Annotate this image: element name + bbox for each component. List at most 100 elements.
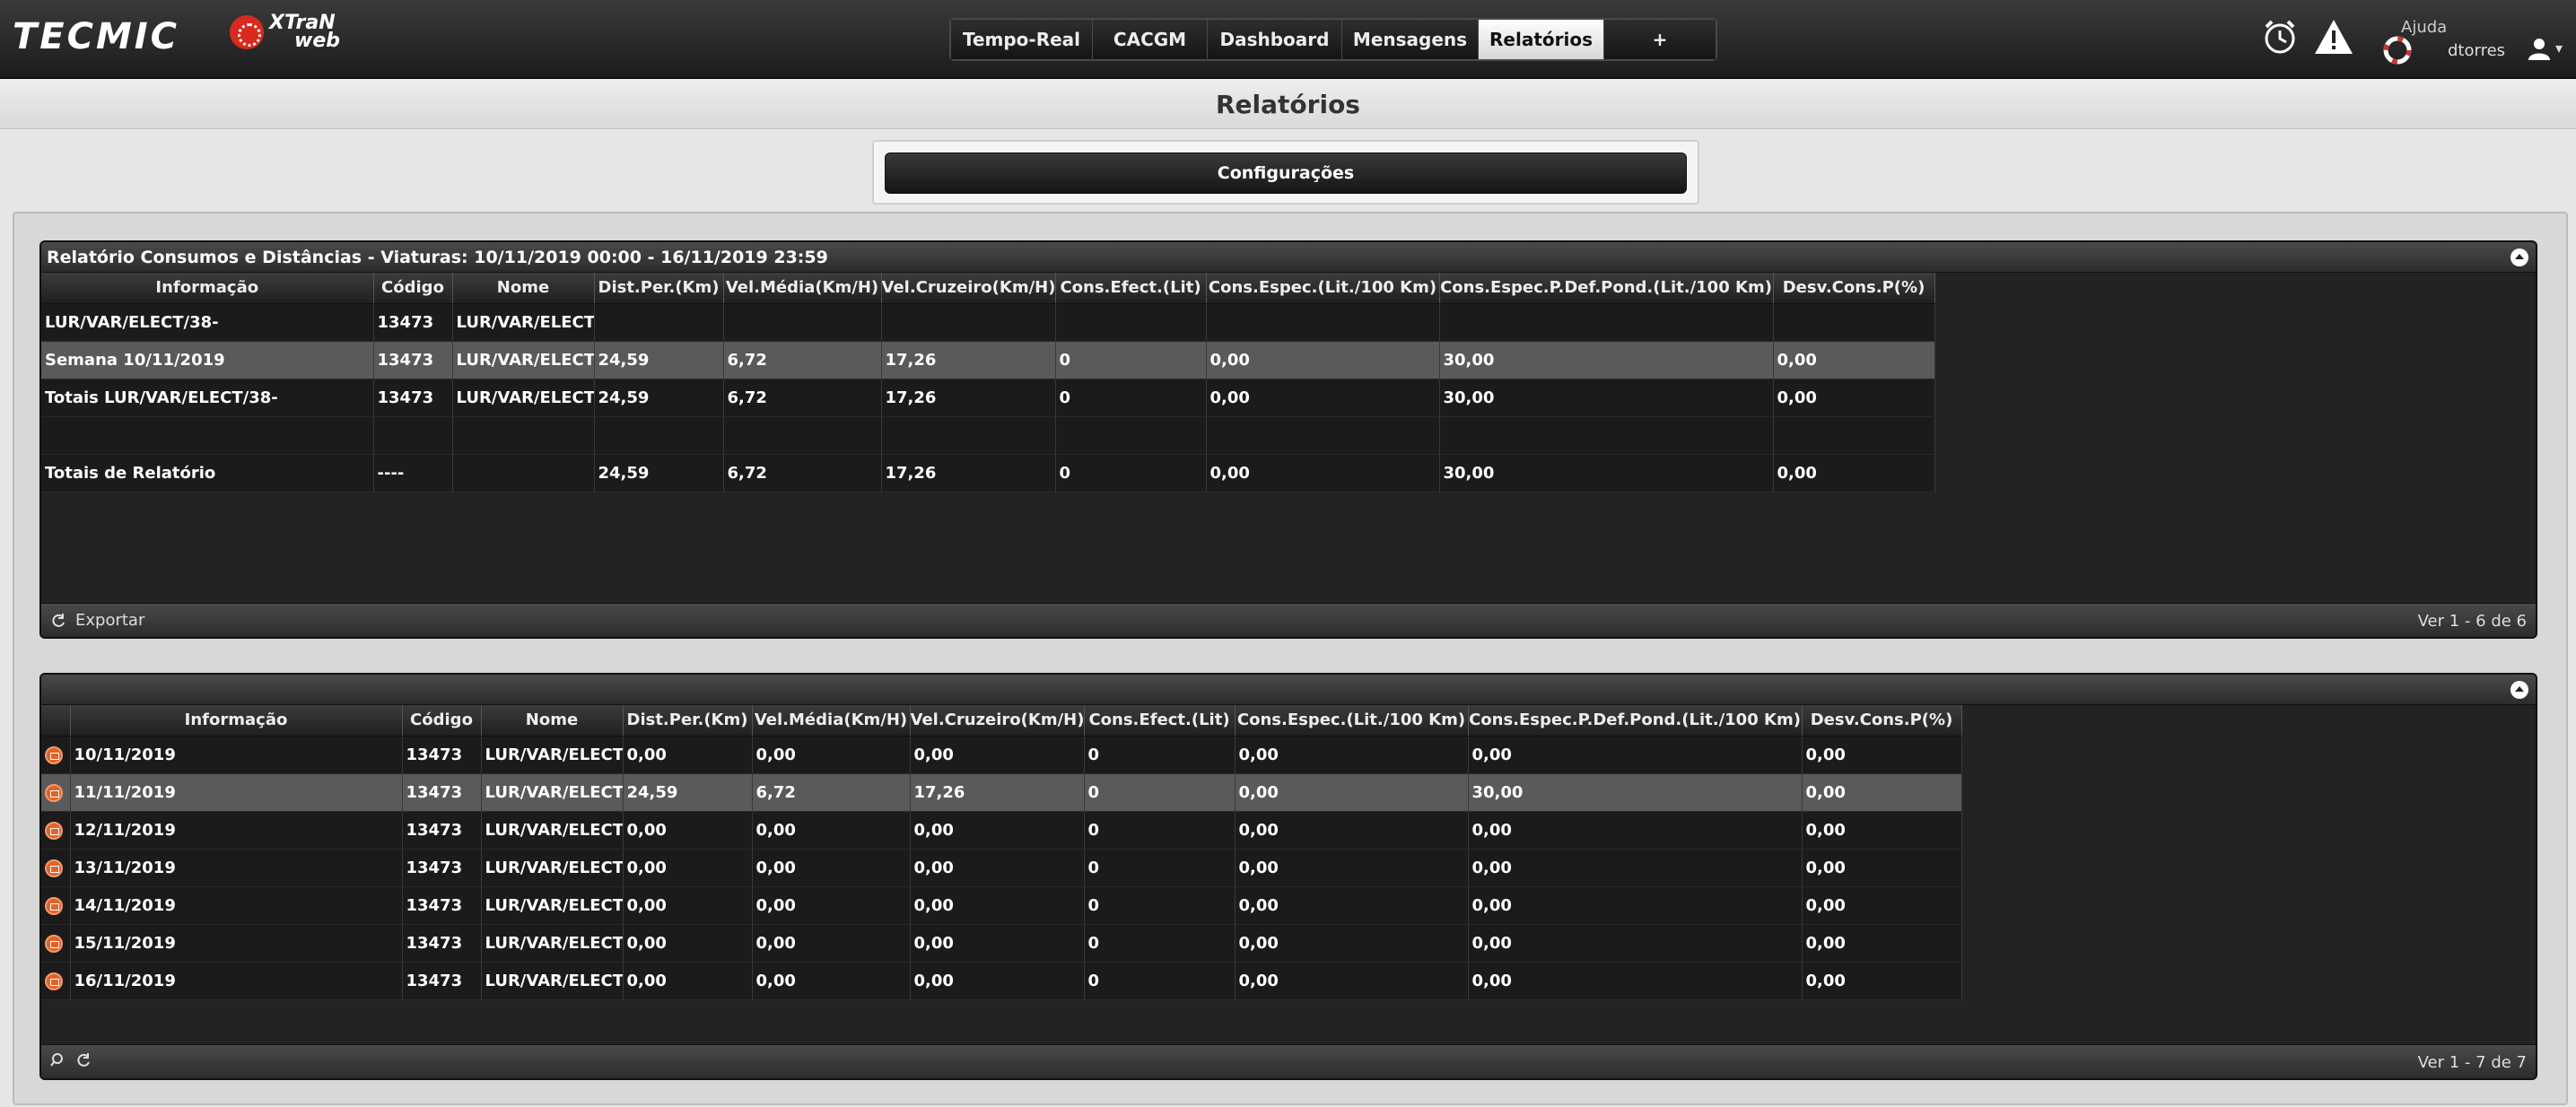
tab-mensagens[interactable]: Mensagens — [1342, 20, 1479, 59]
table-cell — [723, 416, 882, 455]
tab-cacgm[interactable]: CACGM — [1093, 20, 1208, 59]
table-cell — [452, 416, 595, 455]
collapse-icon[interactable] — [2511, 681, 2528, 699]
alarm-clock-icon[interactable] — [2259, 16, 2301, 57]
export-link[interactable]: Exportar — [75, 611, 144, 630]
table-cell: 0,00 — [1206, 379, 1440, 417]
table-cell — [373, 416, 453, 455]
column-header[interactable]: Código — [402, 705, 482, 737]
table-cell: 0,00 — [1235, 886, 1469, 925]
column-header[interactable]: Cons.Efect.(Lit) — [1084, 705, 1236, 737]
column-header[interactable] — [41, 705, 71, 737]
table-cell: 15/11/2019 — [70, 924, 403, 963]
table-cell: 0,00 — [910, 811, 1085, 850]
table-cell: LUR/VAR/ELECT/ — [452, 341, 595, 379]
table-row[interactable]: Totais de Relatório ---- 24,59 6,72 17,26 0 0,… — [41, 454, 1935, 492]
column-header[interactable]: Informação — [70, 705, 403, 737]
table-row[interactable]: 14/11/2019 13473 LUR/VAR/ELECT/0,00 0,00 0,0… — [41, 886, 1962, 925]
table-cell: 13473 — [373, 303, 453, 342]
table-cell: 0,00 — [1235, 736, 1469, 774]
table-row[interactable]: Semana 10/11/2019 13473 LUR/VAR/ELECT/24,5… — [41, 341, 1935, 379]
table-cell: 17,26 — [910, 773, 1085, 812]
column-header[interactable]: Vel.Média(Km/H) — [723, 273, 882, 304]
table-row[interactable]: 13/11/2019 13473 LUR/VAR/ELECT/0,00 0,00 0,0… — [41, 849, 1962, 887]
table-cell: 10/11/2019 — [70, 736, 403, 774]
column-header[interactable]: Vel.Cruzeiro(Km/H) — [881, 273, 1056, 304]
table-cell: Totais de Relatório — [41, 454, 374, 492]
tecmic-logo: TECMIC — [13, 16, 180, 57]
column-header[interactable]: Cons.Espec.(Lit./100 Km) — [1206, 273, 1440, 304]
column-header[interactable]: Vel.Cruzeiro(Km/H) — [910, 705, 1085, 737]
table-cell: 0,00 — [1468, 962, 1803, 1000]
report-row-icon[interactable] — [45, 972, 63, 990]
report-row-icon[interactable] — [45, 934, 63, 953]
table-row[interactable]: 16/11/2019 13473 LUR/VAR/ELECT/0,00 0,00 0,0… — [41, 962, 1962, 1000]
report-summary-panel: Relatório Consumos e Distâncias - Viatur… — [39, 240, 2537, 639]
column-header[interactable]: Nome — [481, 705, 624, 737]
table-cell: 0,00 — [752, 849, 911, 887]
column-header[interactable]: Cons.Espec.P.Def.Pond.(Lit./100 Km) — [1439, 273, 1774, 304]
table-cell — [1055, 416, 1207, 455]
column-header[interactable]: Código — [373, 273, 453, 304]
tab-tempo-real[interactable]: Tempo-Real — [951, 20, 1093, 59]
table-cell: 0,00 — [1206, 341, 1440, 379]
table-cell: ---- — [373, 454, 453, 492]
report-row-icon[interactable] — [45, 783, 63, 802]
table-cell: 6,72 — [752, 773, 911, 812]
table-cell: 0 — [1084, 849, 1236, 887]
column-header[interactable]: Nome — [452, 273, 595, 304]
table-cell — [1055, 303, 1207, 342]
column-header[interactable]: Vel.Média(Km/H) — [752, 705, 911, 737]
table-cell: 24,59 — [594, 379, 724, 417]
report-row-icon[interactable] — [45, 859, 63, 877]
table-row[interactable]: 11/11/2019 13473 LUR/VAR/ELECT/24,59 6,72 17… — [41, 773, 1962, 812]
search-icon[interactable] — [50, 1052, 66, 1068]
table-cell: 0,00 — [1468, 924, 1803, 963]
table-cell — [594, 416, 724, 455]
configuracoes-button[interactable]: Configurações — [885, 153, 1687, 194]
column-header[interactable]: Dist.Per.(Km) — [594, 273, 724, 304]
row-icon-cell — [41, 773, 71, 812]
table-cell — [881, 416, 1056, 455]
user-icon[interactable] — [2527, 36, 2552, 61]
column-header[interactable]: Desv.Cons.P(%) — [1773, 273, 1935, 304]
table-cell: 30,00 — [1439, 454, 1774, 492]
warning-icon[interactable] — [2313, 16, 2354, 57]
chevron-down-icon[interactable]: ▾ — [2555, 39, 2563, 57]
table-row[interactable]: 10/11/2019 13473 LUR/VAR/ELECT/0,00 0,00 0,0… — [41, 736, 1962, 774]
refresh-icon[interactable] — [50, 613, 66, 629]
tab-dashboard[interactable]: Dashboard — [1208, 20, 1342, 59]
report-daily-header — [41, 675, 2536, 705]
table-row[interactable]: 15/11/2019 13473 LUR/VAR/ELECT/0,00 0,00 0,0… — [41, 924, 1962, 963]
column-header[interactable]: Cons.Espec.(Lit./100 Km) — [1235, 705, 1469, 737]
table-cell: LUR/VAR/ELECT/38- — [41, 303, 374, 342]
report-row-icon[interactable] — [45, 745, 63, 764]
report-row-icon[interactable] — [45, 896, 63, 915]
report-row-icon[interactable] — [45, 821, 63, 840]
table-cell: 0,00 — [752, 924, 911, 963]
column-header[interactable]: Cons.Espec.P.Def.Pond.(Lit./100 Km) — [1468, 705, 1803, 737]
refresh-icon[interactable] — [75, 1052, 92, 1068]
table-cell: 0,00 — [1802, 736, 1962, 774]
table-cell: 0,00 — [1802, 811, 1962, 850]
lifebuoy-icon[interactable] — [2383, 36, 2412, 65]
tab-add[interactable]: + — [1604, 20, 1716, 59]
column-header[interactable]: Desv.Cons.P(%) — [1802, 705, 1962, 737]
collapse-icon[interactable] — [2511, 248, 2528, 266]
tab-relatorios[interactable]: Relatórios — [1479, 20, 1604, 59]
xtran-badge-icon — [230, 15, 264, 49]
table-row[interactable]: Totais LUR/VAR/ELECT/38- 13473 LUR/VAR/ELE… — [41, 379, 1935, 417]
table-cell: LUR/VAR/ELECT/ — [481, 773, 624, 812]
username-label[interactable]: dtorres — [2448, 41, 2505, 60]
column-header[interactable]: Cons.Efect.(Lit) — [1055, 273, 1207, 304]
row-icon-cell — [41, 849, 71, 887]
column-header[interactable]: Dist.Per.(Km) — [623, 705, 753, 737]
table-cell: 0 — [1084, 962, 1236, 1000]
table-cell: 0,00 — [752, 962, 911, 1000]
table-row[interactable]: LUR/VAR/ELECT/38- 13473 LUR/VAR/ELECT/ — [41, 303, 1935, 342]
column-header[interactable]: Informação — [41, 273, 374, 304]
table-row[interactable]: 12/11/2019 13473 LUR/VAR/ELECT/0,00 0,00 0,0… — [41, 811, 1962, 850]
table-cell: 0,00 — [1235, 924, 1469, 963]
table-row[interactable] — [41, 416, 1935, 455]
help-label[interactable]: Ajuda — [2401, 18, 2447, 37]
